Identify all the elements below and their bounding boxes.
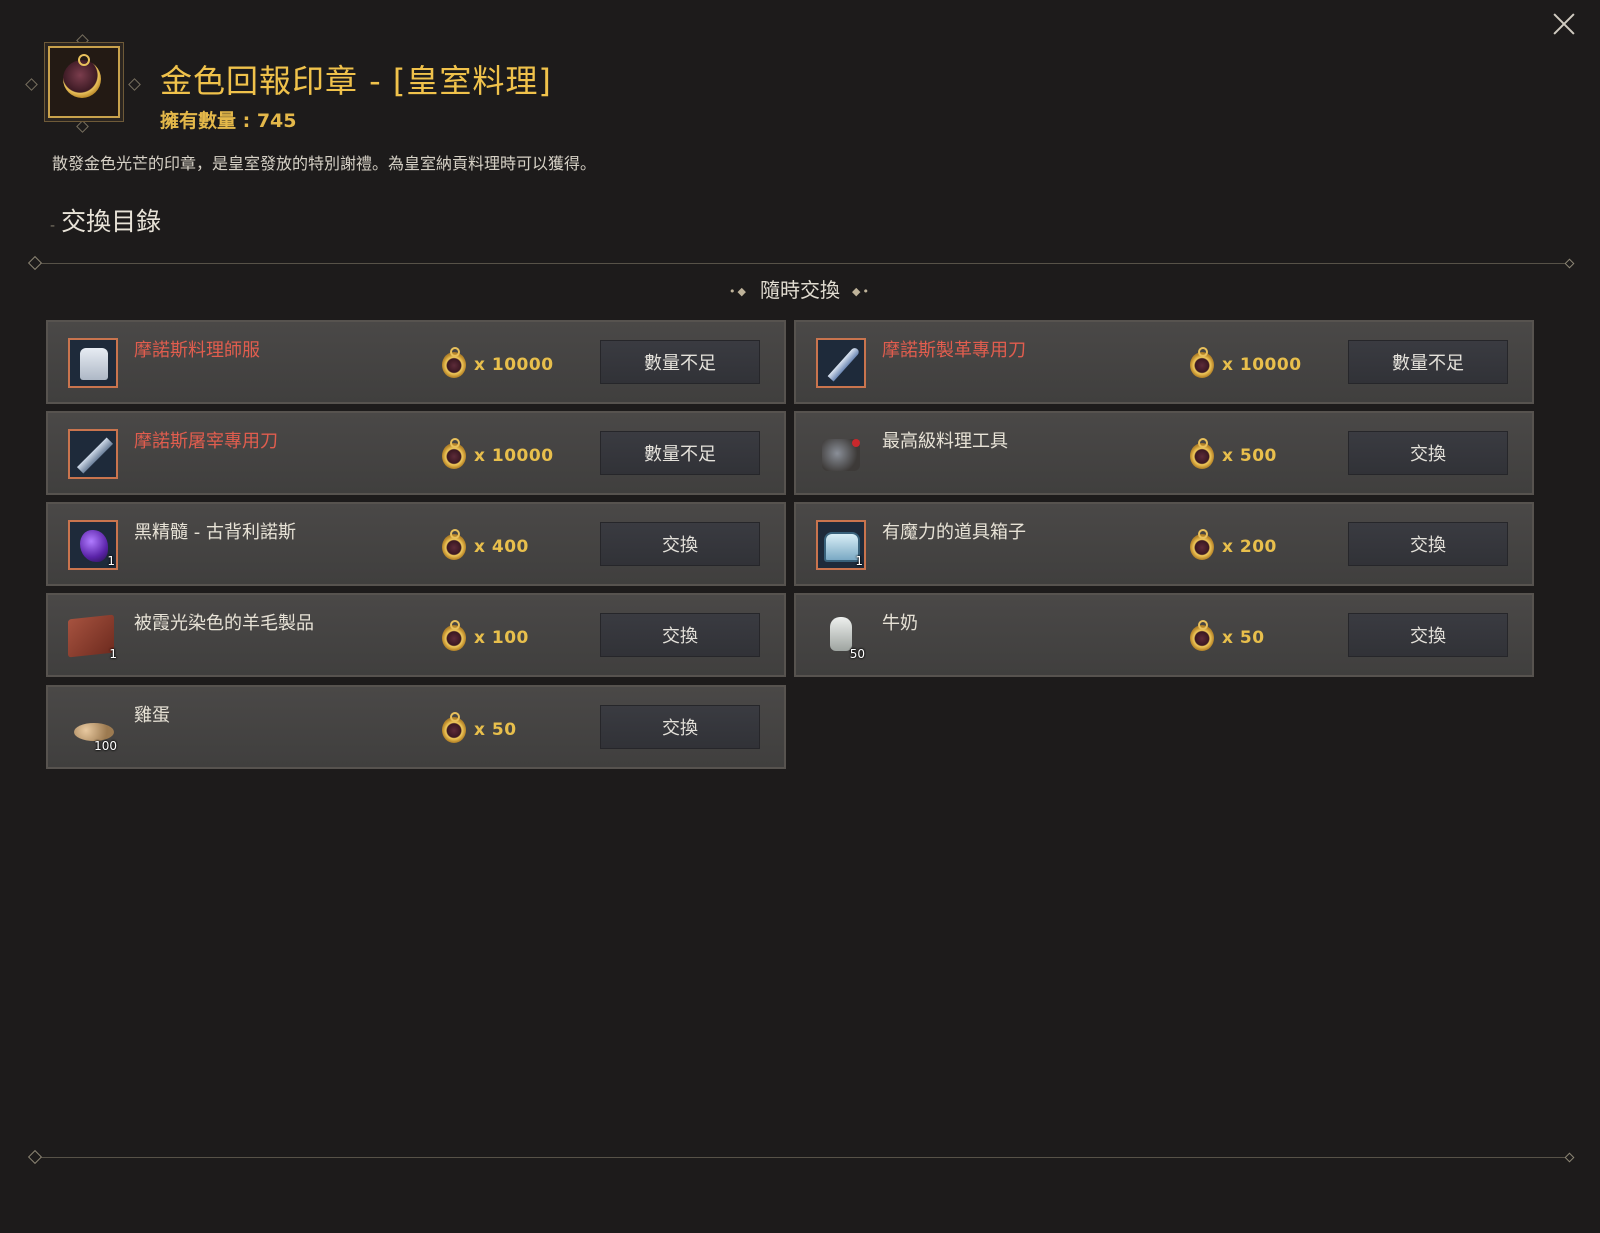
- item-cost: x 10000: [442, 347, 554, 380]
- cost-amount: x 10000: [1222, 355, 1302, 375]
- golden-seal-icon: [48, 46, 120, 118]
- cost-amount: x 50: [1222, 628, 1265, 648]
- egg-icon: 100: [68, 703, 118, 753]
- item-cost: x 10000: [442, 438, 554, 471]
- item-cost: x 200: [1190, 529, 1277, 562]
- exchange-item-row: 摩諾斯屠宰專用刀 x 10000 數量不足: [46, 411, 786, 495]
- exchange-item-row: 1 黑精髓 - 古背利諾斯 x 400 交換: [46, 502, 786, 586]
- milk-icon: 50: [816, 611, 866, 661]
- item-quantity: 50: [849, 647, 865, 661]
- golden-seal-coin-icon: [1190, 347, 1214, 378]
- golden-seal-coin-icon: [442, 438, 466, 469]
- golden-seal-coin-icon: [1190, 529, 1214, 560]
- cost-amount: x 200: [1222, 537, 1277, 557]
- ornament-right-icon: ◆•: [852, 285, 871, 298]
- golden-seal-coin-icon: [1190, 438, 1214, 469]
- magic-chest-icon: 1: [816, 520, 866, 570]
- exchange-item-row: 摩諾斯料理師服 x 10000 數量不足: [46, 320, 786, 404]
- exchange-item-row: 1 被霞光染色的羊毛製品 x 100 交換: [46, 593, 786, 677]
- cost-amount: x 10000: [474, 446, 554, 466]
- item-quantity: 1: [109, 647, 117, 661]
- item-name: 摩諾斯屠宰專用刀: [134, 431, 278, 452]
- seal-icon-frame: [25, 34, 141, 133]
- exchange-item-row: 最高級料理工具 x 500 交換: [794, 411, 1534, 495]
- exchange-button[interactable]: 交換: [600, 705, 760, 749]
- section-title-label: 交換目錄: [61, 207, 162, 236]
- owned-count: 擁有數量 : 745: [160, 110, 297, 132]
- cooking-tools-icon: [816, 429, 866, 479]
- exchange-button[interactable]: 交換: [600, 613, 760, 657]
- exchange-item-row: 1 有魔力的道具箱子 x 200 交換: [794, 502, 1534, 586]
- item-cost: x 10000: [1190, 347, 1302, 380]
- golden-seal-coin-icon: [442, 620, 466, 651]
- item-name: 牛奶: [882, 613, 918, 634]
- item-name: 摩諾斯製革專用刀: [882, 340, 1026, 361]
- item-cost: x 500: [1190, 438, 1277, 471]
- black-essence-icon: 1: [68, 520, 118, 570]
- exchange-button[interactable]: 交換: [600, 522, 760, 566]
- golden-seal-coin-icon: [442, 712, 466, 743]
- exchange-item-row: 摩諾斯製革專用刀 x 10000 數量不足: [794, 320, 1534, 404]
- item-quantity: 1: [107, 554, 115, 568]
- subheader-label: 隨時交換: [760, 278, 840, 302]
- insufficient-button[interactable]: 數量不足: [600, 431, 760, 475]
- item-name: 最高級料理工具: [882, 431, 1008, 452]
- wool-product-icon: 1: [68, 611, 118, 661]
- cost-amount: x 400: [474, 537, 529, 557]
- item-name: 摩諾斯料理師服: [134, 340, 260, 361]
- ornament-left-icon: •◆: [729, 285, 748, 298]
- item-name: 被霞光染色的羊毛製品: [134, 613, 314, 634]
- section-title: - 交換目錄: [50, 207, 162, 236]
- item-name: 雞蛋: [134, 705, 170, 726]
- exchange-button[interactable]: 交換: [1348, 522, 1508, 566]
- cost-amount: x 100: [474, 628, 529, 648]
- window-title: 金色回報印章 - [皇室料理]: [160, 62, 552, 100]
- item-cost: x 50: [1190, 620, 1265, 653]
- ornament-icon: [128, 78, 141, 91]
- item-cost: x 100: [442, 620, 529, 653]
- item-cost: x 50: [442, 712, 517, 745]
- cost-amount: x 10000: [474, 355, 554, 375]
- insufficient-button[interactable]: 數量不足: [600, 340, 760, 384]
- exchange-item-row: 100 雞蛋 x 50 交換: [46, 685, 786, 769]
- chef-uniform-icon: [68, 338, 118, 388]
- item-cost: x 400: [442, 529, 529, 562]
- leather-knife-icon: [816, 338, 866, 388]
- item-quantity: 1: [855, 554, 863, 568]
- butcher-knife-icon: [68, 429, 118, 479]
- golden-seal-coin-icon: [442, 529, 466, 560]
- ornament-icon: [76, 120, 89, 133]
- exchange-button[interactable]: 交換: [1348, 613, 1508, 657]
- cost-amount: x 50: [474, 720, 517, 740]
- divider-bottom: [27, 1149, 1575, 1165]
- ornament-icon: [76, 34, 89, 47]
- golden-seal-coin-icon: [1190, 620, 1214, 651]
- divider-top: [27, 255, 1575, 271]
- exchange-button[interactable]: 交換: [1348, 431, 1508, 475]
- close-icon[interactable]: [1546, 6, 1582, 42]
- cost-amount: x 500: [1222, 446, 1277, 466]
- exchange-subheader: •◆ 隨時交換 ◆•: [0, 274, 1600, 303]
- item-name: 有魔力的道具箱子: [882, 522, 1026, 543]
- ornament-icon: [25, 78, 38, 91]
- item-name: 黑精髓 - 古背利諾斯: [134, 522, 296, 543]
- insufficient-button[interactable]: 數量不足: [1348, 340, 1508, 384]
- item-description: 散發金色光芒的印章，是皇室發放的特別謝禮。為皇室納貢料理時可以獲得。: [52, 154, 597, 173]
- exchange-item-row: 50 牛奶 x 50 交換: [794, 593, 1534, 677]
- item-quantity: 100: [94, 739, 117, 753]
- golden-seal-coin-icon: [442, 347, 466, 378]
